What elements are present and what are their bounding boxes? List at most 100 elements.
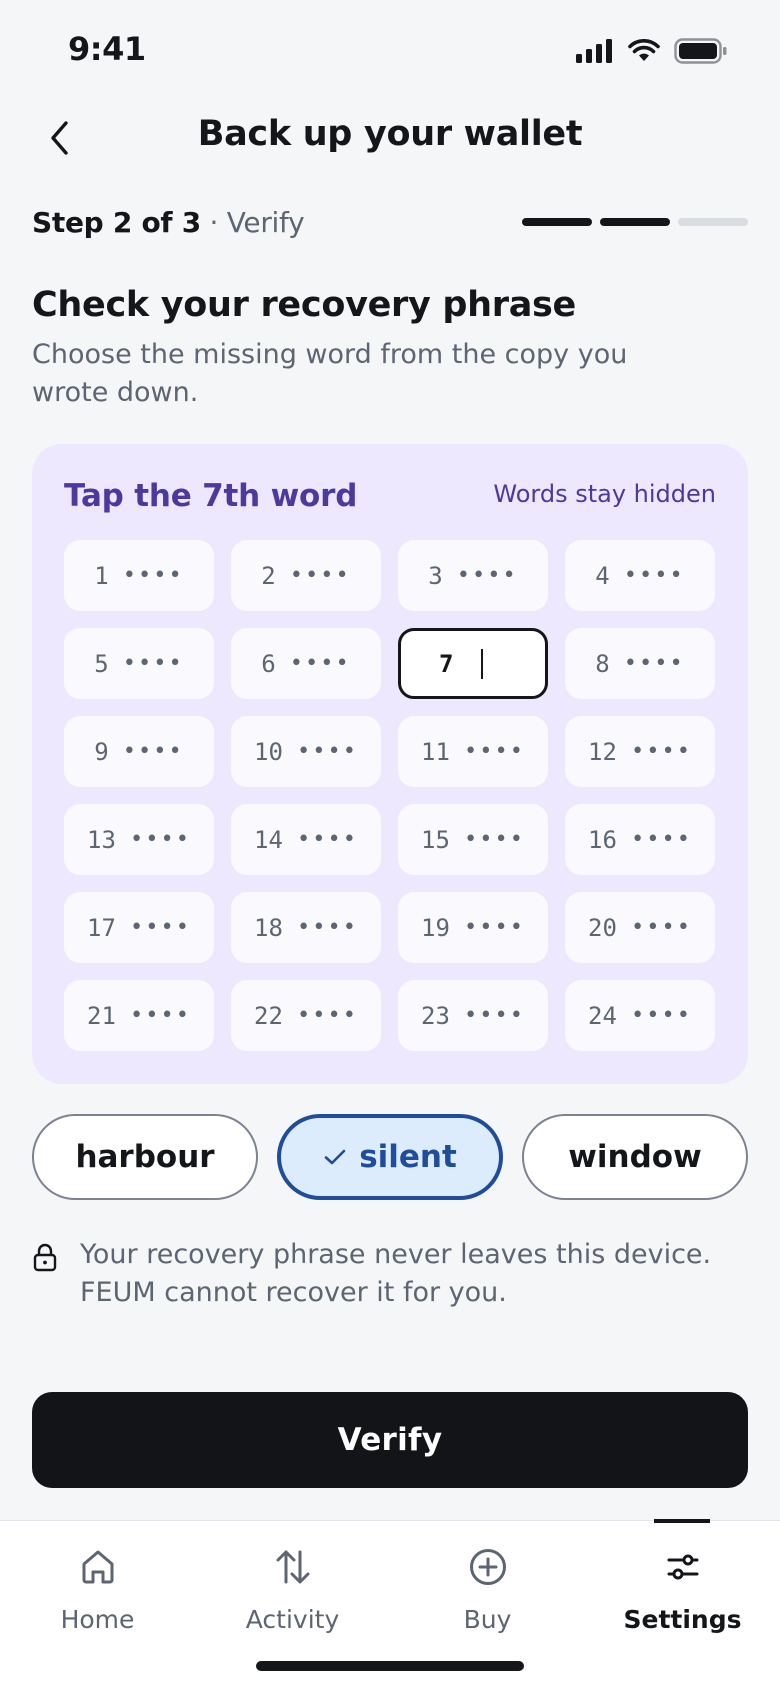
word-number: 9 xyxy=(94,737,109,766)
tab-settings[interactable]: Settings xyxy=(585,1521,780,1651)
tab-label: Activity xyxy=(245,1605,340,1634)
tab-label: Home xyxy=(60,1605,135,1634)
word-number: 8 xyxy=(595,649,610,678)
word-number: 14 xyxy=(254,825,283,854)
word-mask: •••• xyxy=(122,739,184,764)
arrows-up-down-icon xyxy=(276,1550,309,1584)
choice-window[interactable]: window xyxy=(522,1114,748,1200)
word-mask: •••• xyxy=(296,827,358,852)
phrase-word-cell: 13 •••• xyxy=(64,804,214,875)
choice-harbour[interactable]: harbour xyxy=(32,1114,258,1200)
phrase-word-cell: 23 •••• xyxy=(398,980,548,1051)
word-number: 12 xyxy=(588,737,617,766)
step-name: Verify xyxy=(226,206,305,239)
step-count: Step 2 of 3 xyxy=(32,206,201,239)
choice-label: silent xyxy=(359,1139,457,1175)
text-caret xyxy=(481,648,484,679)
phrase-word-cell: 18 •••• xyxy=(231,892,381,963)
status-time: 9:41 xyxy=(68,30,146,68)
word-number: 1 xyxy=(94,561,109,590)
phrase-word-cell: 14 •••• xyxy=(231,804,381,875)
phrase-word-cell: 1 •••• xyxy=(64,540,214,611)
signal-icon xyxy=(576,39,612,63)
word-mask: •••• xyxy=(296,739,358,764)
phrase-word-cell: 11 •••• xyxy=(398,716,548,787)
phrase-word-cell: 16 •••• xyxy=(565,804,715,875)
word-mask: •••• xyxy=(630,915,692,940)
security-note: Your recovery phrase never leaves this d… xyxy=(32,1236,732,1312)
phrase-word-cell: 8 •••• xyxy=(565,628,715,699)
word-mask: •••• xyxy=(296,915,358,940)
tab-label: Settings xyxy=(623,1605,742,1634)
word-mask: •••• xyxy=(129,915,191,940)
tab-label: Buy xyxy=(463,1605,512,1634)
progress-segment xyxy=(600,218,670,226)
word-mask: •••• xyxy=(463,827,525,852)
word-mask: •••• xyxy=(623,651,685,676)
phrase-word-cell: 9 •••• xyxy=(64,716,214,787)
word-mask: •••• xyxy=(122,651,184,676)
phrase-word-grid: 1 •••• 2 •••• 3 •••• 4 •••• 5 •••• 6 •••• 7 8 •… xyxy=(64,540,716,1051)
word-number: 2 xyxy=(261,561,276,590)
word-mask: •••• xyxy=(456,563,518,588)
card-hint: Words stay hidden xyxy=(493,480,716,508)
word-number: 5 xyxy=(94,649,109,678)
word-mask: •••• xyxy=(463,1003,525,1028)
choice-silent[interactable]: silent xyxy=(277,1114,503,1200)
word-mask: •••• xyxy=(630,827,692,852)
word-mask: •••• xyxy=(296,1003,358,1028)
word-number: 7 xyxy=(439,649,454,678)
lock-icon xyxy=(33,1243,57,1272)
choice-label: window xyxy=(568,1139,702,1175)
phrase-word-cell: 15 •••• xyxy=(398,804,548,875)
word-number: 15 xyxy=(421,825,450,854)
section-title: Check your recovery phrase xyxy=(32,285,576,325)
missing-word-input[interactable]: 7 xyxy=(398,628,548,699)
tab-activity[interactable]: Activity xyxy=(195,1521,390,1651)
word-number: 18 xyxy=(254,913,283,942)
phrase-word-cell: 4 •••• xyxy=(565,540,715,611)
word-mask: •••• xyxy=(463,915,525,940)
phrase-word-cell: 3 •••• xyxy=(398,540,548,611)
word-number: 10 xyxy=(254,737,283,766)
word-number: 4 xyxy=(595,561,610,590)
progress-segment xyxy=(678,218,748,226)
phrase-word-cell: 12 •••• xyxy=(565,716,715,787)
security-note-text: Your recovery phrase never leaves this d… xyxy=(80,1239,712,1308)
card-title: Tap the 7th word xyxy=(64,478,358,514)
word-number: 21 xyxy=(87,1001,116,1030)
word-mask: •••• xyxy=(623,563,685,588)
sliders-icon xyxy=(667,1554,698,1580)
phrase-word-cell: 22 •••• xyxy=(231,980,381,1051)
word-mask: •••• xyxy=(129,1003,191,1028)
phrase-word-cell: 21 •••• xyxy=(64,980,214,1051)
step-indicator: Step 2 of 3 · Verify xyxy=(32,206,305,239)
phrase-word-cell: 5 •••• xyxy=(64,628,214,699)
phrase-word-cell: 20 •••• xyxy=(565,892,715,963)
word-number: 6 xyxy=(261,649,276,678)
progress-segment xyxy=(522,218,592,226)
step-separator: · xyxy=(200,206,227,239)
word-number: 16 xyxy=(588,825,617,854)
home-indicator xyxy=(256,1661,524,1671)
tab-home[interactable]: Home xyxy=(0,1521,195,1651)
word-number: 19 xyxy=(421,913,450,942)
phrase-word-cell: 10 •••• xyxy=(231,716,381,787)
verify-button[interactable]: Verify xyxy=(32,1392,748,1488)
plus-circle-icon xyxy=(469,1549,506,1585)
recovery-phrase-card: Tap the 7th word Words stay hidden 1 ••••… xyxy=(32,444,748,1084)
phrase-word-cell: 2 •••• xyxy=(231,540,381,611)
word-mask: •••• xyxy=(129,827,191,852)
word-number: 13 xyxy=(87,825,116,854)
status-icons xyxy=(576,34,728,68)
choice-label: harbour xyxy=(75,1139,215,1175)
word-mask: •••• xyxy=(122,563,184,588)
tab-buy[interactable]: Buy xyxy=(390,1521,585,1651)
word-number: 23 xyxy=(421,1001,450,1030)
word-number: 17 xyxy=(87,913,116,942)
word-number: 3 xyxy=(428,561,443,590)
word-mask: •••• xyxy=(630,739,692,764)
check-icon xyxy=(324,1149,346,1165)
phrase-word-cell: 24 •••• xyxy=(565,980,715,1051)
battery-icon xyxy=(674,38,727,64)
